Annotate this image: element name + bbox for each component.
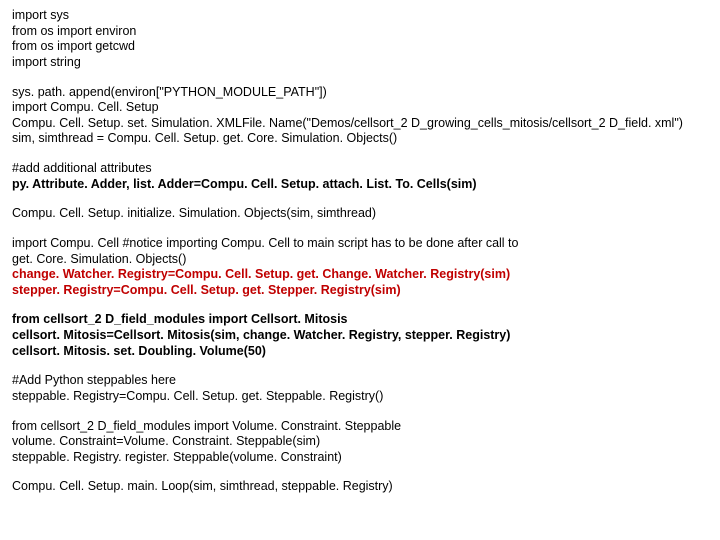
code-line: cellsort. Mitosis. set. Doubling. Volume… — [12, 344, 708, 360]
blank-line — [12, 359, 708, 373]
blank-line — [12, 298, 708, 312]
code-line: import Compu. Cell. Setup — [12, 100, 708, 116]
code-line: from os import environ — [12, 24, 708, 40]
code-line: Compu. Cell. Setup. initialize. Simulati… — [12, 206, 708, 222]
code-line: volume. Constraint=Volume. Constraint. S… — [12, 434, 708, 450]
code-line: sim, simthread = Compu. Cell. Setup. get… — [12, 131, 708, 147]
code-line: from cellsort_2 D_field_modules import V… — [12, 419, 708, 435]
code-line: from os import getcwd — [12, 39, 708, 55]
blank-line — [12, 192, 708, 206]
code-line: #Add Python steppables here — [12, 373, 708, 389]
code-line: from cellsort_2 D_field_modules import C… — [12, 312, 708, 328]
code-line: Compu. Cell. Setup. main. Loop(sim, simt… — [12, 479, 708, 495]
blank-line — [12, 465, 708, 479]
code-line: import sys — [12, 8, 708, 24]
code-line: steppable. Registry=Compu. Cell. Setup. … — [12, 389, 708, 405]
blank-line — [12, 405, 708, 419]
blank-line — [12, 147, 708, 161]
code-line: cellsort. Mitosis=Cellsort. Mitosis(sim,… — [12, 328, 708, 344]
code-line: Compu. Cell. Setup. set. Simulation. XML… — [12, 116, 708, 132]
blank-line — [12, 222, 708, 236]
code-line: get. Core. Simulation. Objects() — [12, 252, 708, 268]
code-line: py. Attribute. Adder, list. Adder=Compu.… — [12, 177, 708, 193]
code-line: change. Watcher. Registry=Compu. Cell. S… — [12, 267, 708, 283]
blank-line — [12, 71, 708, 85]
code-line: import Compu. Cell #notice importing Com… — [12, 236, 708, 252]
code-line: stepper. Registry=Compu. Cell. Setup. ge… — [12, 283, 708, 299]
code-block: import sysfrom os import environfrom os … — [12, 8, 708, 495]
code-line: import string — [12, 55, 708, 71]
code-line: steppable. Registry. register. Steppable… — [12, 450, 708, 466]
code-line: sys. path. append(environ["PYTHON_MODULE… — [12, 85, 708, 101]
code-line: #add additional attributes — [12, 161, 708, 177]
